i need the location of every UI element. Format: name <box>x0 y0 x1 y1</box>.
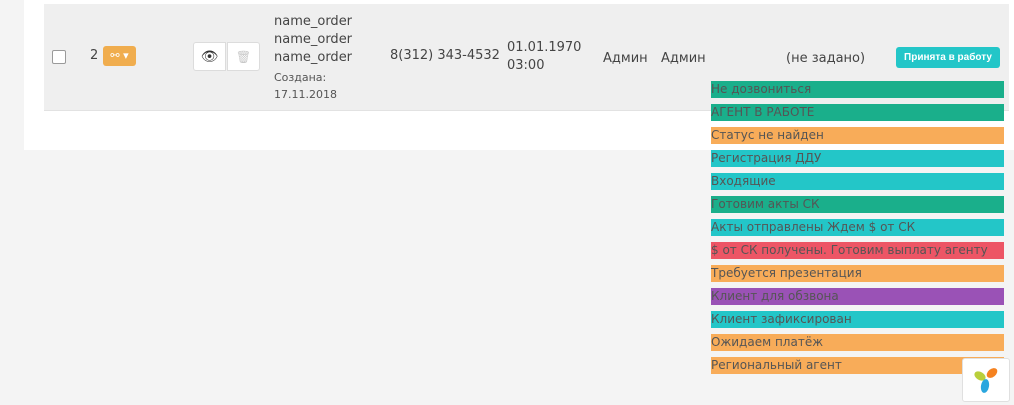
order-name: name_order <box>274 50 353 65</box>
view-button[interactable]: 👁 <box>193 42 226 71</box>
status-menu-item[interactable]: Требуется презентация <box>711 265 1004 282</box>
status-button[interactable]: Принята в работу <box>896 47 1000 68</box>
status-dropdown-menu: Не дозвониться АГЕНТ В РАБОТЕ Статус не на… <box>711 81 1004 380</box>
eye-icon: 👁 <box>200 49 219 65</box>
not-set-value: (не задано) <box>786 51 866 66</box>
status-menu-item[interactable]: Статус не найден <box>711 127 1004 144</box>
status-menu-item[interactable]: Входящие <box>711 173 1004 190</box>
order-name: name_order <box>274 32 353 47</box>
status-menu-item[interactable]: Акты отправлены Ждем $ от СК <box>711 219 1004 236</box>
phone: 8(312) 343-4532 <box>390 48 500 63</box>
time: 03:00 <box>507 58 545 73</box>
order-names: name_order name_order name_order <box>274 13 352 67</box>
status-menu-item[interactable]: Клиент зафиксирован <box>711 311 1004 328</box>
yii-logo <box>962 358 1010 402</box>
link-icon: ⚯ ▾ <box>110 49 129 62</box>
row-actions: 👁 🗑 <box>193 42 261 71</box>
created-date: 17.11.2018 <box>274 88 337 101</box>
trash-icon: 🗑 <box>235 50 252 64</box>
delete-button[interactable]: 🗑 <box>227 42 260 71</box>
status-menu-item[interactable]: $ от СК получены. Готовим выплату агенту <box>711 242 1004 259</box>
status-menu-item[interactable]: Региональный агент <box>711 357 1004 374</box>
row-checkbox[interactable] <box>52 50 66 64</box>
order-name: name_order <box>274 14 353 29</box>
datetime: 01.01.1970 03:00 <box>507 39 581 75</box>
admin-manager: Админ <box>661 51 706 66</box>
created-label: Создана: <box>274 71 327 84</box>
created-info: Создана: 17.11.2018 <box>274 69 337 103</box>
date: 01.01.1970 <box>507 40 582 55</box>
status-menu-item[interactable]: АГЕНТ В РАБОТЕ <box>711 104 1004 121</box>
status-menu-item[interactable]: Регистрация ДДУ <box>711 150 1004 167</box>
status-menu-item[interactable]: Не дозвониться <box>711 81 1004 98</box>
link-dropdown-button[interactable]: ⚯ ▾ <box>103 46 136 66</box>
status-menu-item[interactable]: Ожидаем платёж <box>711 334 1004 351</box>
status-menu-item[interactable]: Клиент для обзвона <box>711 288 1004 305</box>
yii-logo-icon <box>974 368 998 393</box>
row-number: 2 <box>90 48 99 63</box>
admin-author: Админ <box>603 51 648 66</box>
status-menu-item[interactable]: Готовим акты СК <box>711 196 1004 213</box>
